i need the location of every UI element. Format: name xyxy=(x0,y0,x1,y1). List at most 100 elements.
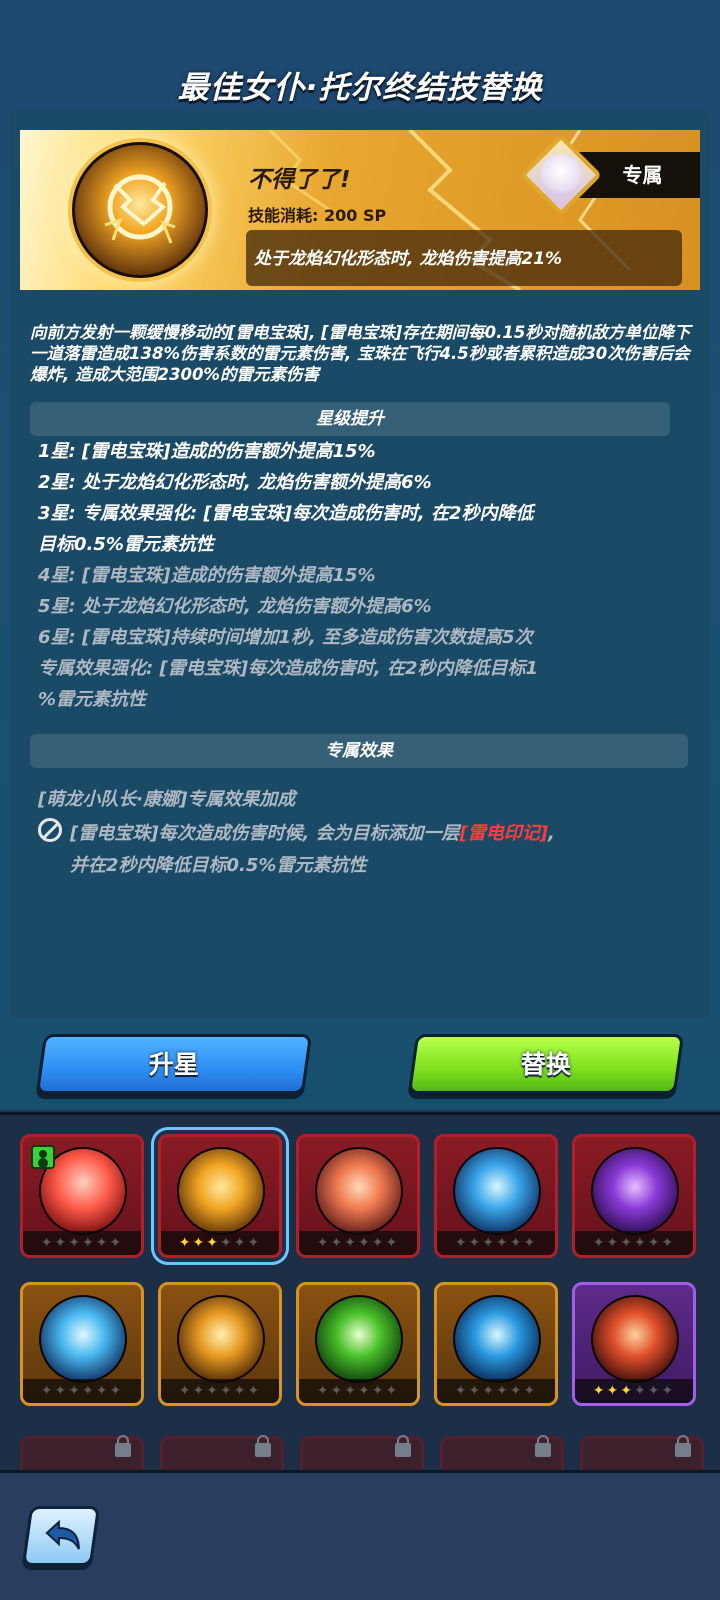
star-empty-icon: ✦ xyxy=(468,1235,483,1251)
fire-sphere-skill-card[interactable]: ✦✦✦✦✦✦ xyxy=(296,1134,420,1258)
exclusive-text-line2: 并在2秒内降低目标0.5%雷元素抗性 xyxy=(70,855,367,876)
star-empty-icon: ✦ xyxy=(330,1383,345,1399)
lightning-bolts-skill-icon xyxy=(177,1295,265,1383)
star-line-3-cont: 目标0.5%雷元素抗性 xyxy=(38,534,214,555)
star-empty-icon: ✦ xyxy=(661,1383,676,1399)
star-rating: ✦✦✦✦✦✦ xyxy=(299,1379,417,1403)
upgrade-star-button[interactable]: 升星 xyxy=(35,1034,313,1094)
dark-spike-skill-card[interactable]: ✦✦✦✦✦✦ xyxy=(572,1134,696,1258)
replace-button[interactable]: 替换 xyxy=(407,1034,685,1094)
star-rating: ✦✦✦✦✦✦ xyxy=(299,1231,417,1255)
ice-shards-skill-icon xyxy=(39,1295,127,1383)
star-empty-icon: ✦ xyxy=(371,1235,386,1251)
star-empty-icon: ✦ xyxy=(468,1383,483,1399)
green-arrow-skill-card[interactable]: ✦✦✦✦✦✦ xyxy=(296,1282,420,1406)
star-filled-icon: ✦ xyxy=(178,1235,193,1251)
star-line-3: 3星: 专属效果强化: [雷电宝珠]每次造成伤害时, 在2秒内降低 xyxy=(38,503,534,524)
star-empty-icon: ✦ xyxy=(496,1235,510,1251)
skill-description: 向前方发射一颗缓慢移动的[雷电宝珠], [雷电宝珠]存在期间每0.15秒对随机敌… xyxy=(30,323,691,384)
star-rating: ✦✦✦✦✦✦ xyxy=(23,1231,141,1255)
star-empty-icon: ✦ xyxy=(454,1235,469,1251)
star-empty-icon: ✦ xyxy=(482,1235,496,1251)
ice-crystal-skill-card[interactable]: ✦✦✦✦✦✦ xyxy=(434,1134,558,1258)
back-arrow-icon xyxy=(45,1519,80,1550)
star-empty-icon: ✦ xyxy=(40,1235,55,1251)
fire-spirit-skill-icon xyxy=(591,1295,679,1383)
star-empty-icon: ✦ xyxy=(330,1235,345,1251)
star-empty-icon: ✦ xyxy=(109,1383,124,1399)
exclusive-text-part1: [雷电宝珠]每次造成伤害时候, 会为目标添加一层 xyxy=(70,823,460,844)
lock-icon xyxy=(675,1435,691,1457)
star-empty-icon: ✦ xyxy=(233,1235,248,1251)
star-empty-icon: ✦ xyxy=(344,1383,358,1399)
exclusive-character-avatar[interactable] xyxy=(540,154,582,196)
star-empty-icon: ✦ xyxy=(620,1235,634,1251)
thunder-orb-skill-card[interactable]: ✦✦✦✦✦✦ xyxy=(158,1134,282,1258)
disabled-icon xyxy=(38,818,62,842)
thunder-mark-keyword[interactable]: [雷电印记] xyxy=(460,823,548,844)
star-line-6-cont2: %雷元素抗性 xyxy=(38,689,147,710)
star-empty-icon: ✦ xyxy=(95,1235,110,1251)
star-empty-icon: ✦ xyxy=(178,1383,193,1399)
star-empty-icon: ✦ xyxy=(40,1383,55,1399)
bottom-bar xyxy=(0,1470,720,1600)
star-empty-icon: ✦ xyxy=(344,1235,358,1251)
star-empty-icon: ✦ xyxy=(647,1383,662,1399)
back-button[interactable] xyxy=(21,1506,101,1566)
star-rating: ✦✦✦✦✦✦ xyxy=(437,1231,555,1255)
character-badge-icon xyxy=(31,1145,55,1169)
star-empty-icon: ✦ xyxy=(54,1235,69,1251)
star-line-4: 4星: [雷电宝珠]造成的伤害额外提高15% xyxy=(38,565,376,586)
star-empty-icon: ✦ xyxy=(233,1383,248,1399)
fire-spirit-skill-card[interactable]: ✦✦✦✦✦✦ xyxy=(572,1282,696,1406)
star-empty-icon: ✦ xyxy=(68,1383,82,1399)
exclusive-effect-text: [雷电宝珠]每次造成伤害时候, 会为目标添加一层[雷电印记], 并在2秒内降低目… xyxy=(70,818,690,882)
mushroom-cloud-skill-card[interactable]: ✦✦✦✦✦✦ xyxy=(20,1134,144,1258)
lock-icon xyxy=(395,1435,411,1457)
page-title: 最佳女仆·托尔终结技替换 xyxy=(177,70,543,106)
star-empty-icon: ✦ xyxy=(220,1235,234,1251)
star-empty-icon: ✦ xyxy=(316,1235,331,1251)
star-rating: ✦✦✦✦✦✦ xyxy=(437,1379,555,1403)
star-empty-icon: ✦ xyxy=(247,1235,262,1251)
thunder-orb-skill-icon xyxy=(177,1147,265,1235)
star-line-5: 5星: 处于龙焰幻化形态时, 龙焰伤害额外提高6% xyxy=(38,596,432,617)
star-empty-icon: ✦ xyxy=(192,1383,207,1399)
star-rating: ✦✦✦✦✦✦ xyxy=(575,1379,693,1403)
star-empty-icon: ✦ xyxy=(54,1383,69,1399)
star-empty-icon: ✦ xyxy=(509,1383,524,1399)
ice-fang-skill-card[interactable]: ✦✦✦✦✦✦ xyxy=(434,1282,558,1406)
star-section-header: 星级提升 xyxy=(30,402,670,436)
star-empty-icon: ✦ xyxy=(358,1383,372,1399)
lightning-bolts-skill-card[interactable]: ✦✦✦✦✦✦ xyxy=(158,1282,282,1406)
star-empty-icon: ✦ xyxy=(509,1235,524,1251)
star-empty-icon: ✦ xyxy=(592,1235,607,1251)
star-empty-icon: ✦ xyxy=(661,1235,676,1251)
star-empty-icon: ✦ xyxy=(358,1235,372,1251)
star-empty-icon: ✦ xyxy=(385,1235,400,1251)
skill-effect: 处于龙焰幻化形态时, 龙焰伤害提高21% xyxy=(246,230,682,286)
star-empty-icon: ✦ xyxy=(95,1383,110,1399)
star-empty-icon: ✦ xyxy=(634,1235,648,1251)
lock-icon xyxy=(115,1435,131,1457)
replace-label: 替换 xyxy=(520,1050,571,1079)
star-empty-icon: ✦ xyxy=(82,1235,96,1251)
star-empty-icon: ✦ xyxy=(482,1383,496,1399)
skill-name: 不得了了! xyxy=(248,167,351,193)
star-rating: ✦✦✦✦✦✦ xyxy=(161,1231,279,1255)
upgrade-star-label: 升星 xyxy=(148,1050,199,1079)
thunder-orb-icon xyxy=(72,142,208,278)
star-line-6: 6星: [雷电宝珠]持续时间增加1秒, 至多造成伤害次数提高5次 xyxy=(38,627,533,648)
star-empty-icon: ✦ xyxy=(523,1235,538,1251)
lock-icon xyxy=(255,1435,271,1457)
ice-crystal-skill-icon xyxy=(453,1147,541,1235)
star-empty-icon: ✦ xyxy=(606,1235,621,1251)
star-empty-icon: ✦ xyxy=(385,1383,400,1399)
star-empty-icon: ✦ xyxy=(220,1383,234,1399)
fire-sphere-skill-icon xyxy=(315,1147,403,1235)
ice-shards-skill-card[interactable]: ✦✦✦✦✦✦ xyxy=(20,1282,144,1406)
dark-spike-skill-icon xyxy=(591,1147,679,1235)
star-rating: ✦✦✦✦✦✦ xyxy=(575,1231,693,1255)
exclusive-source: [萌龙小队长·康娜]专属效果加成 xyxy=(38,789,296,810)
star-empty-icon: ✦ xyxy=(109,1235,124,1251)
